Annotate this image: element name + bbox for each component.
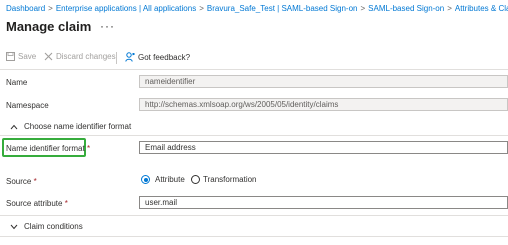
breadcrumb-enterprise-apps[interactable]: Enterprise applications | All applicatio… [56, 4, 196, 13]
chevron-down-icon [10, 224, 18, 230]
feedback-button[interactable]: Got feedback? [125, 52, 190, 62]
section-title: Choose name identifier format [24, 122, 132, 131]
name-label: Name [6, 78, 28, 87]
save-icon [6, 52, 15, 61]
source-label: Source * [6, 177, 37, 186]
namespace-label: Namespace [6, 101, 49, 110]
namespace-field[interactable] [139, 98, 508, 111]
save-button[interactable]: Save [6, 52, 36, 61]
name-identifier-format-label: Name identifier format * [6, 144, 90, 153]
toolbar-divider [116, 52, 117, 64]
nif-label-text: Name identifier format [6, 144, 85, 153]
required-asterisk: * [86, 144, 91, 153]
section-divider [0, 215, 508, 216]
feedback-label: Got feedback? [138, 52, 191, 62]
breadcrumb-dashboard[interactable]: Dashboard [6, 4, 45, 13]
discard-label: Discard changes [56, 52, 116, 61]
more-options-button[interactable]: ··· [100, 19, 115, 33]
name-identifier-format-dropdown[interactable]: Email address [139, 141, 508, 154]
nif-selected-value: Email address [145, 143, 196, 152]
name-field[interactable] [139, 75, 508, 88]
breadcrumb: Dashboard > Enterprise applications | All … [6, 4, 508, 13]
toolbar-separator [0, 69, 508, 70]
required-asterisk: * [64, 199, 68, 208]
breadcrumb-separator: > [447, 4, 452, 13]
source-attribute-input[interactable] [139, 196, 508, 209]
section-divider [0, 135, 508, 136]
chevron-up-icon [10, 124, 18, 130]
close-icon [44, 52, 53, 61]
choose-name-identifier-section[interactable]: Choose name identifier format [0, 119, 508, 135]
radio-unselected-icon [191, 175, 200, 184]
source-attr-label-text: Source attribute [6, 199, 63, 208]
required-asterisk: * [33, 177, 37, 186]
breadcrumb-separator: > [199, 4, 204, 13]
breadcrumb-app-sso[interactable]: Bravura_Safe_Test | SAML-based Sign-on [207, 4, 358, 13]
claim-conditions-section[interactable]: Claim conditions [0, 218, 508, 234]
source-label-text: Source [6, 177, 32, 186]
source-attribute-label: Source attribute * [6, 199, 68, 208]
transformation-option-label: Transformation [203, 175, 257, 184]
save-label: Save [18, 52, 37, 61]
breadcrumb-attributes-claims[interactable]: Attributes & Claims [455, 4, 508, 13]
breadcrumb-separator: > [48, 4, 53, 13]
discard-changes-button[interactable]: Discard changes [44, 52, 116, 61]
feedback-icon [125, 52, 135, 62]
page-title: Manage claim [6, 19, 92, 34]
section-divider [0, 236, 508, 237]
attribute-option-label: Attribute [155, 175, 185, 184]
claim-conditions-title: Claim conditions [24, 222, 83, 231]
breadcrumb-saml-sso[interactable]: SAML-based Sign-on [368, 4, 444, 13]
breadcrumb-separator: > [360, 4, 366, 13]
radio-selected-icon [141, 175, 150, 184]
